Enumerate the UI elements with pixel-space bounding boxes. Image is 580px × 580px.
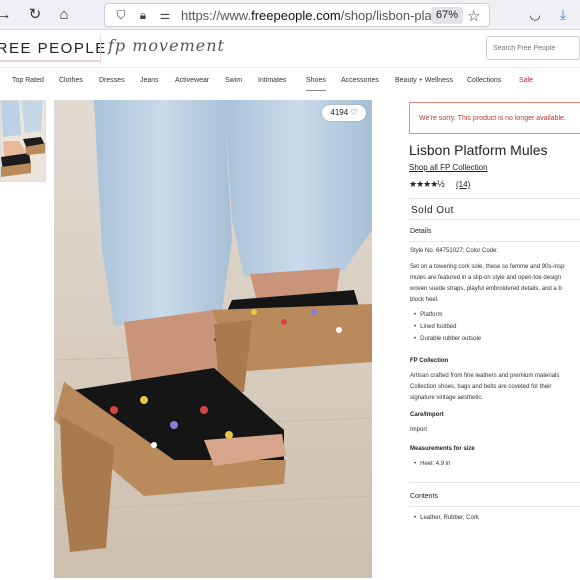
shoe-photo xyxy=(54,100,372,578)
nav-swim[interactable]: Swim xyxy=(225,77,242,84)
contents-divider-bottom xyxy=(409,506,580,507)
measurements-heading: Measurements for size xyxy=(410,446,475,452)
category-nav: Top Rated Clothes Dresses Jeans Activewe… xyxy=(0,68,580,96)
free-people-logo[interactable]: FREE PEOPLE xyxy=(0,40,107,57)
description-line: Set on a towering cork sole, these so fe… xyxy=(410,264,565,270)
nav-clothes[interactable]: Clothes xyxy=(59,77,83,84)
measurement-item: Heel: 4.9 in xyxy=(414,461,450,467)
browser-toolbar: → ↻ ⌂ ⛉ 🔒︎ ⚌ https://www.freepeople.com/… xyxy=(0,0,580,30)
bookmark-star-icon[interactable]: ☆ xyxy=(467,7,480,25)
alert-text: We're sorry. This product is no longer a… xyxy=(419,115,566,122)
nav-accessories[interactable]: Accessories xyxy=(341,77,379,84)
details-heading[interactable]: Details xyxy=(410,228,431,235)
nav-collections[interactable]: Collections xyxy=(467,77,501,84)
zoom-level[interactable]: 67% xyxy=(431,7,464,24)
status-box: Sold Out xyxy=(409,198,580,220)
contents-divider xyxy=(409,482,580,483)
home-icon[interactable]: ⌂ xyxy=(54,5,74,25)
fp-collection-line: Collection shoes, bags and belts are cov… xyxy=(410,384,552,390)
feature-item: Platform xyxy=(414,312,442,318)
care-value: Import xyxy=(410,427,428,433)
product-title: Lisbon Platform Mules xyxy=(409,142,548,158)
product-thumbnail[interactable] xyxy=(0,100,46,182)
heart-icon[interactable]: ♡ xyxy=(350,108,357,117)
description-line: block heel. xyxy=(410,297,439,303)
fp-collection-line: Artisan crafted from fine leathers and p… xyxy=(410,373,560,379)
nav-top-rated[interactable]: Top Rated xyxy=(12,77,44,84)
shield-icon[interactable]: ⛉ xyxy=(113,7,129,23)
pocket-icon[interactable]: ◡ xyxy=(525,5,545,25)
header-divider xyxy=(100,35,101,63)
contents-item: Leather, Rubber, Cork xyxy=(414,515,479,521)
care-heading: Care/Import xyxy=(410,412,444,418)
product-info-panel: We're sorry. This product is no longer a… xyxy=(409,100,580,580)
review-count-link[interactable]: (14) xyxy=(456,180,470,189)
nav-sale[interactable]: Sale xyxy=(519,77,533,84)
download-icon[interactable]: ⤓ xyxy=(553,5,573,25)
nav-intimates[interactable]: Intimates xyxy=(258,77,286,84)
rating-stars[interactable]: ★★★★½ xyxy=(409,179,445,190)
logo-underline xyxy=(0,60,100,62)
sold-out-label: Sold Out xyxy=(411,205,454,216)
url-text[interactable]: https://www.freepeople.com/shop/lisbon-p… xyxy=(181,8,449,23)
like-counter[interactable]: 4194 ♡ xyxy=(322,105,366,121)
unavailable-alert: We're sorry. This product is no longer a… xyxy=(409,102,580,134)
forward-icon[interactable]: → xyxy=(0,5,14,25)
product-main-image[interactable] xyxy=(54,100,372,578)
details-divider xyxy=(409,241,580,242)
feature-item: Durable rubber outsole xyxy=(414,336,481,342)
like-count: 4194 xyxy=(330,108,349,117)
address-bar[interactable]: ⛉ 🔒︎ ⚌ https://www.freepeople.com/shop/l… xyxy=(104,3,490,27)
reload-icon[interactable]: ↻ xyxy=(25,5,45,25)
description-line: woven suede straps, playful embroidered … xyxy=(410,286,562,292)
style-number: Style No. 64751027; Color Code: xyxy=(410,248,499,254)
permissions-icon[interactable]: ⚌ xyxy=(157,7,173,23)
shop-collection-link[interactable]: Shop all FP Collection xyxy=(409,163,488,172)
nav-jeans[interactable]: Jeans xyxy=(140,77,159,84)
nav-activewear[interactable]: Activewear xyxy=(175,77,209,84)
contents-heading[interactable]: Contents xyxy=(410,493,438,500)
nav-beauty-wellness[interactable]: Beauty + Wellness xyxy=(395,77,453,84)
nav-shoes[interactable]: Shoes xyxy=(306,77,326,91)
description-line: mules are featured in a slip-on style an… xyxy=(410,275,562,281)
thumbnail-image xyxy=(1,101,45,181)
site-header: FREE PEOPLE fp movement xyxy=(0,30,580,68)
search-field[interactable] xyxy=(486,36,580,60)
nav-dresses[interactable]: Dresses xyxy=(99,77,125,84)
search-input[interactable] xyxy=(487,37,577,60)
feature-item: Lined footbed xyxy=(414,324,456,330)
fp-movement-logo[interactable]: fp movement xyxy=(108,36,225,55)
fp-collection-heading: FP Collection xyxy=(410,358,449,364)
lock-icon[interactable]: 🔒︎ xyxy=(135,7,151,23)
fp-collection-line: signature vintage aesthetic. xyxy=(410,395,484,401)
